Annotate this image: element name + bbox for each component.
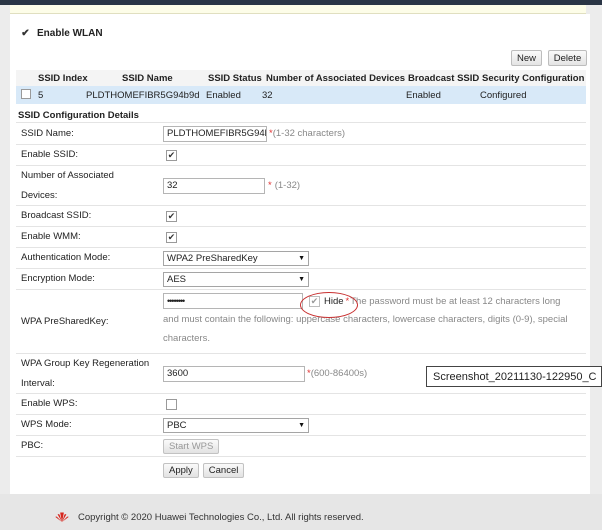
psk-hint-3: characters. [163, 333, 210, 344]
start-wps-button[interactable]: Start WPS [163, 438, 220, 454]
row-enable-wps: Enable WPS: [16, 394, 586, 415]
col-ssid-index: SSID Index [38, 72, 88, 84]
psk-hint-1: The password must be at least 12 charact… [350, 295, 561, 307]
row-wps-mode: WPS Mode: PBC ▼ [16, 415, 586, 436]
delete-button[interactable]: Delete [548, 50, 587, 66]
associated-devices-hint: (1-32) [274, 180, 301, 191]
row-encryption-mode: Encryption Mode: AES ▼ [16, 269, 586, 290]
group-key-label-1: WPA Group Key Regeneration [21, 357, 150, 369]
copyright-text: Copyright © 2020 Huawei Technologies Co.… [78, 511, 364, 523]
auth-mode-select[interactable]: WPA2 PreSharedKey ▼ [163, 250, 309, 266]
enable-wmm-label: Enable WMM: [21, 231, 81, 242]
group-key-input[interactable]: 3600 [163, 365, 305, 382]
broadcast-ssid-checkbox[interactable]: ✔ [166, 210, 177, 222]
row-enable-wmm: Enable WMM: ✔ [16, 227, 586, 248]
associated-devices-label-1: Number of Associated [21, 169, 114, 181]
notice-banner [10, 5, 586, 14]
chevron-down-icon: ▼ [298, 275, 305, 283]
table-row[interactable]: 5 PLDTHOMEFIBR5G94b9d Enabled 32 Enabled… [16, 86, 586, 104]
cell-ssid-index: 5 [38, 89, 44, 101]
new-button[interactable]: New [511, 50, 542, 66]
cancel-button[interactable]: Cancel [202, 462, 245, 478]
row-enable-ssid: Enable SSID: ✔ [16, 145, 586, 166]
enable-wlan-label: Enable WLAN [37, 28, 103, 39]
ssid-table-header: SSID Index SSID Name SSID Status Number … [16, 70, 586, 86]
col-security-config: Security Configuration [482, 72, 585, 84]
auth-mode-label: Authentication Mode: [21, 252, 111, 263]
wpa-psk-label: WPA PreSharedKey: [21, 315, 109, 327]
col-ssid-name: SSID Name [122, 72, 173, 84]
enable-ssid-label: Enable SSID: [21, 149, 79, 160]
cell-security-config: Configured [480, 89, 527, 101]
ssid-name-input[interactable]: PLDTHOMEFIBR5G94b [163, 125, 267, 142]
enable-wps-label: Enable WPS: [21, 398, 78, 409]
ssid-table: SSID Index SSID Name SSID Status Number … [16, 70, 586, 104]
enable-wmm-checkbox[interactable]: ✔ [166, 231, 177, 243]
row-associated-devices: Number of Associated Devices: 32 * (1-32) [16, 166, 586, 206]
auth-mode-value: WPA2 PreSharedKey [167, 252, 258, 264]
cell-associated-devices: 32 [262, 89, 273, 101]
encryption-mode-select[interactable]: AES ▼ [163, 271, 309, 287]
col-broadcast-ssid: Broadcast SSID [408, 72, 480, 84]
huawei-logo-icon [55, 512, 69, 522]
details-title: SSID Configuration Details [18, 110, 139, 121]
row-select-checkbox[interactable] [21, 88, 31, 99]
row-broadcast-ssid: Broadcast SSID: ✔ [16, 206, 586, 227]
wps-mode-value: PBC [167, 419, 187, 431]
broadcast-ssid-label: Broadcast SSID: [21, 210, 92, 221]
enable-wlan-row: ✔ Enable WLAN [20, 28, 103, 39]
encryption-mode-label: Encryption Mode: [21, 273, 95, 284]
associated-devices-input[interactable]: 32 [163, 177, 265, 194]
screenshot-tooltip: Screenshot_20211130-122950_C [426, 366, 602, 387]
col-associated-devices: Number of Associated Devices [266, 72, 406, 84]
group-key-label-2: Interval: [21, 377, 55, 389]
wpa-psk-input[interactable]: •••••••• [163, 293, 303, 309]
enable-wlan-checkbox[interactable]: ✔ [20, 28, 31, 39]
cell-ssid-name: PLDTHOMEFIBR5G94b9d [86, 89, 200, 101]
group-key-hint: (600-86400s) [310, 368, 368, 379]
chevron-down-icon: ▼ [298, 254, 305, 262]
cell-ssid-status: Enabled [206, 89, 241, 101]
annotation-circle [300, 292, 358, 318]
psk-hint-2: and must contain the following: uppercas… [163, 314, 568, 325]
enable-ssid-checkbox[interactable]: ✔ [166, 149, 177, 161]
col-ssid-status: SSID Status [208, 72, 262, 84]
row-ssid-name: SSID Name: PLDTHOMEFIBR5G94b * (1-32 char… [16, 123, 586, 145]
wps-mode-label: WPS Mode: [21, 419, 72, 430]
cell-broadcast-ssid: Enabled [406, 89, 441, 101]
ssid-name-hint: (1-32 characters) [272, 128, 346, 139]
ssid-name-label: SSID Name: [21, 127, 74, 139]
wps-mode-select[interactable]: PBC ▼ [163, 417, 309, 433]
associated-devices-label-2: Devices: [21, 189, 58, 201]
row-pbc: PBC: Start WPS [16, 436, 586, 457]
apply-button[interactable]: Apply [163, 462, 199, 478]
row-auth-mode: Authentication Mode: WPA2 PreSharedKey ▼ [16, 248, 586, 269]
pbc-label: PBC: [21, 440, 44, 451]
enable-wps-checkbox[interactable] [166, 398, 177, 410]
footer: Copyright © 2020 Huawei Technologies Co.… [54, 511, 364, 523]
encryption-mode-value: AES [167, 273, 187, 285]
chevron-down-icon: ▼ [298, 421, 305, 429]
form-actions: Apply Cancel [16, 457, 586, 483]
